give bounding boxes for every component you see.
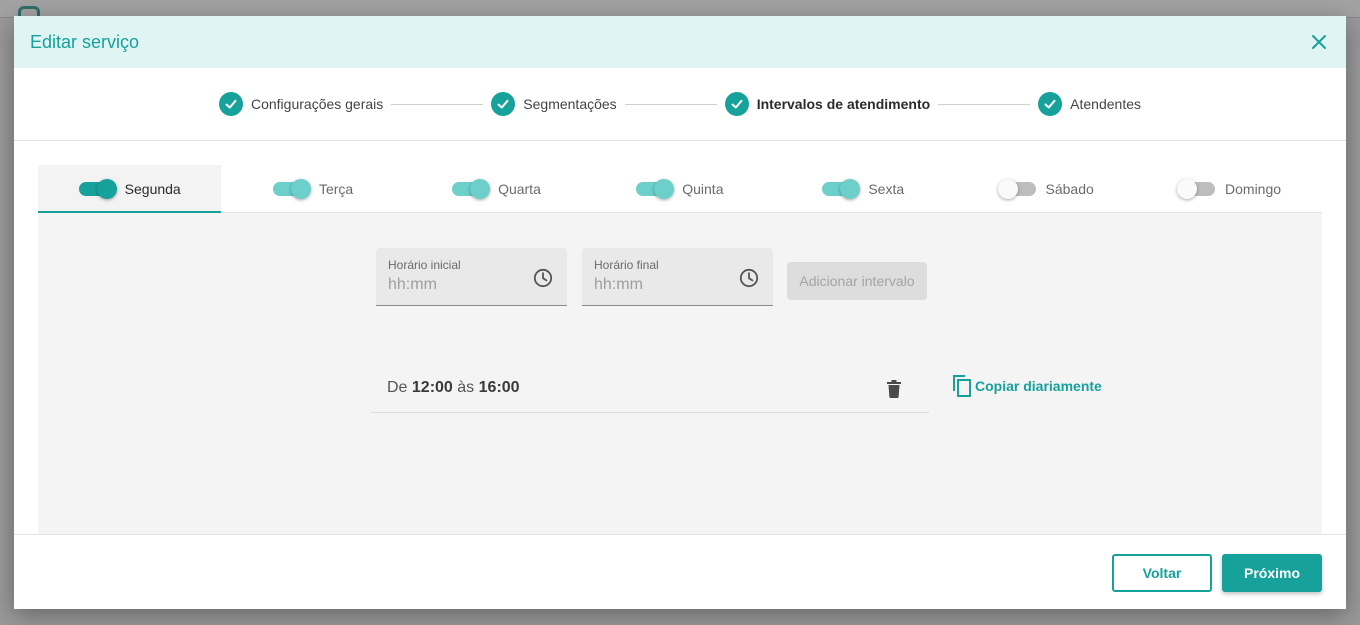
stepper: Configurações gerais Segmentações Interv… — [14, 68, 1346, 141]
interval-end: 16:00 — [478, 378, 520, 396]
clock-icon[interactable] — [533, 268, 553, 288]
interval-text: De 12:00 às 16:00 — [387, 379, 520, 397]
day-toggle[interactable] — [452, 178, 491, 199]
step-label: Atendentes — [1070, 96, 1142, 112]
schedule-content: Segunda Terça Quarta Quinta Sexta Sábado — [38, 165, 1322, 535]
tab-label: Segunda — [124, 180, 181, 197]
day-tabs: Segunda Terça Quarta Quinta Sexta Sábado — [38, 165, 1322, 213]
clock-icon[interactable] — [739, 268, 759, 288]
dialog-header: Editar serviço — [14, 16, 1346, 68]
tab-label: Quinta — [682, 180, 724, 197]
interval-middle: às — [457, 378, 475, 396]
tab-segunda[interactable]: Segunda — [38, 165, 222, 213]
step-label: Configurações gerais — [250, 96, 384, 112]
step-connector — [624, 103, 717, 105]
close-icon[interactable] — [1310, 33, 1328, 51]
end-time-field[interactable]: Horário final — [582, 248, 773, 306]
tab-sexta[interactable]: Sexta — [772, 165, 955, 212]
step-intervalos-de-atendimento[interactable]: Intervalos de atendimento — [724, 92, 931, 116]
step-segmentacoes[interactable]: Segmentações — [491, 92, 617, 116]
check-icon — [1038, 92, 1063, 116]
day-toggle[interactable] — [1177, 178, 1216, 199]
next-button[interactable]: Próximo — [1222, 554, 1322, 592]
edit-service-dialog: Editar serviço Configurações gerais Segm… — [14, 16, 1346, 609]
interval-panel: Horário inicial Horário final Adicionar … — [38, 213, 1322, 535]
tab-label: Domingo — [1225, 180, 1282, 197]
check-icon — [724, 92, 749, 116]
add-interval-button[interactable]: Adicionar intervalo — [787, 262, 927, 300]
tab-label: Terça — [318, 180, 354, 197]
interval-row: De 12:00 às 16:00 — [371, 363, 929, 413]
end-time-input[interactable] — [594, 276, 724, 294]
step-label: Intervalos de atendimento — [756, 96, 931, 112]
day-toggle[interactable] — [822, 178, 861, 199]
step-atendentes[interactable]: Atendentes — [1038, 92, 1141, 116]
tab-label: Sábado — [1045, 180, 1094, 197]
tab-quinta[interactable]: Quinta — [588, 165, 771, 212]
dialog-title: Editar serviço — [30, 31, 140, 52]
tab-label: Sexta — [868, 180, 905, 197]
check-icon — [218, 92, 243, 116]
step-connector — [938, 103, 1031, 105]
day-toggle[interactable] — [636, 178, 675, 199]
check-icon — [491, 92, 516, 116]
end-time-label: Horário final — [594, 258, 659, 272]
copy-daily-link[interactable]: Copiar diariamente — [951, 374, 1102, 398]
start-time-label: Horário inicial — [388, 258, 461, 272]
tab-label: Quarta — [498, 180, 541, 197]
back-button[interactable]: Voltar — [1112, 554, 1212, 592]
step-connector — [391, 103, 484, 105]
step-configuracoes-gerais[interactable]: Configurações gerais — [218, 92, 384, 116]
copy-icon — [953, 375, 971, 397]
trash-icon[interactable] — [887, 380, 901, 398]
day-toggle[interactable] — [78, 178, 117, 199]
copy-daily-label: Copiar diariamente — [975, 378, 1102, 394]
step-label: Segmentações — [523, 96, 617, 112]
start-time-input[interactable] — [388, 276, 518, 294]
dialog-footer: Voltar Próximo — [14, 534, 1346, 609]
tab-sabado[interactable]: Sábado — [955, 165, 1138, 212]
interval-prefix: De — [387, 378, 408, 396]
tab-quarta[interactable]: Quarta — [405, 165, 588, 212]
start-time-field[interactable]: Horário inicial — [376, 248, 567, 306]
interval-start: 12:00 — [411, 378, 453, 396]
tab-terca[interactable]: Terça — [221, 165, 404, 212]
tab-domingo[interactable]: Domingo — [1138, 165, 1321, 212]
day-toggle[interactable] — [272, 178, 311, 199]
day-toggle[interactable] — [997, 178, 1036, 199]
